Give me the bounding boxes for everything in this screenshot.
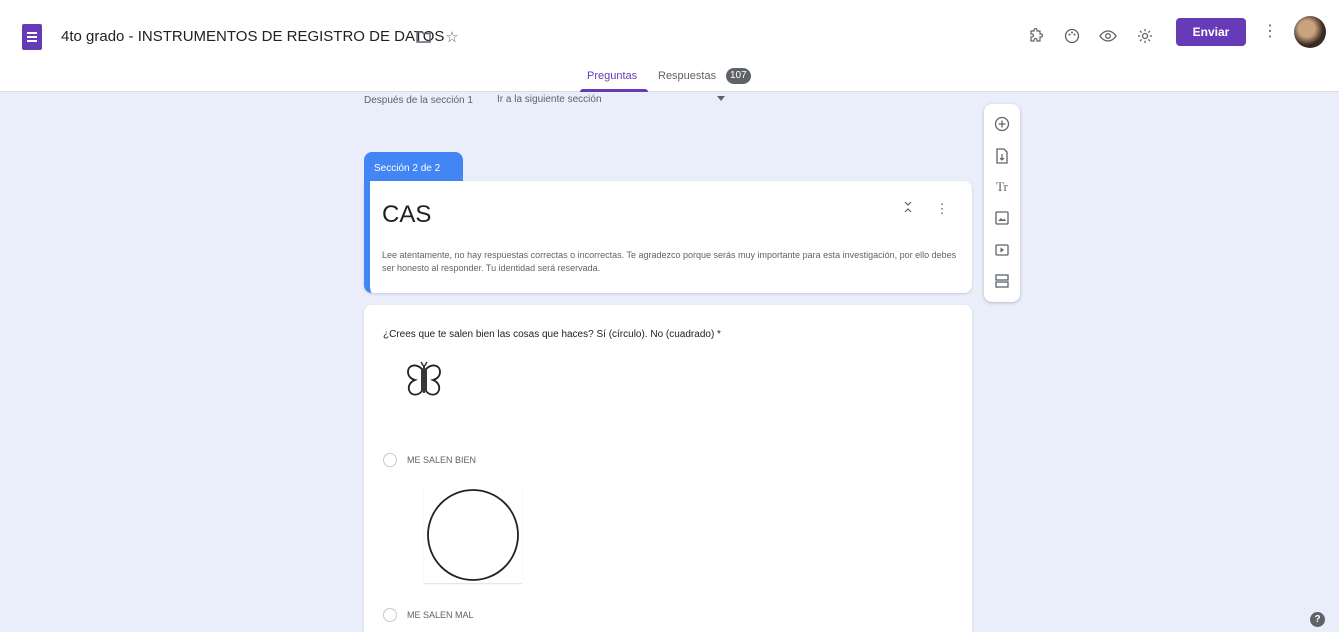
more-vertical-icon[interactable]: ⋮ — [1262, 20, 1278, 44]
question-card[interactable]: ¿Crees que te salen bien las cosas que h… — [364, 305, 972, 632]
settings-gear-icon[interactable] — [1134, 25, 1156, 47]
option-me-salen-bien[interactable]: ME SALEN BIEN — [383, 451, 476, 469]
palette-icon[interactable] — [1061, 25, 1083, 47]
add-question-icon[interactable] — [992, 114, 1012, 134]
tab-questions[interactable]: Preguntas — [587, 70, 637, 82]
section-description[interactable]: Lee atentamente, no hay respuestas corre… — [382, 249, 962, 275]
side-toolbar: Tr — [984, 104, 1020, 302]
after-section-select[interactable]: Ir a la siguiente sección — [497, 94, 729, 108]
folder-icon[interactable] — [412, 26, 434, 48]
preview-eye-icon[interactable] — [1097, 25, 1119, 47]
responses-count-badge: 107 — [726, 68, 751, 84]
radio-button[interactable] — [383, 608, 397, 622]
section-tab: Sección 2 de 2 — [364, 152, 463, 182]
add-section-icon[interactable] — [992, 271, 1012, 291]
add-title-icon[interactable]: Tr — [992, 177, 1012, 197]
help-icon[interactable]: ? — [1310, 612, 1325, 627]
import-questions-icon[interactable] — [992, 146, 1012, 166]
section-title[interactable]: CAS — [382, 201, 431, 229]
send-button[interactable]: Enviar — [1176, 18, 1246, 46]
dropdown-caret-icon — [717, 96, 725, 101]
active-tab-indicator — [580, 89, 648, 92]
document-title[interactable]: 4to grado - INSTRUMENTOS DE REGISTRO DE … — [61, 28, 444, 45]
section-more-icon[interactable]: ⋮ — [934, 201, 950, 217]
google-forms-icon[interactable] — [22, 24, 42, 50]
addon-icon[interactable] — [1025, 25, 1047, 47]
after-section-label: Después de la sección 1 — [364, 95, 473, 106]
app-header: 4to grado - INSTRUMENTOS DE REGISTRO DE … — [0, 0, 1339, 92]
circle-option-image — [424, 487, 522, 583]
after-section-value: Ir a la siguiente sección — [497, 94, 602, 105]
radio-button[interactable] — [383, 453, 397, 467]
avatar[interactable] — [1294, 16, 1326, 48]
star-icon[interactable]: ☆ — [441, 26, 463, 48]
option-me-salen-mal[interactable]: ME SALEN MAL — [383, 606, 474, 624]
form-tabs: Preguntas Respuestas 107 — [0, 66, 1339, 92]
option-label: ME SALEN MAL — [407, 610, 474, 620]
question-text: ¿Crees que te salen bien las cosas que h… — [383, 329, 721, 340]
tab-responses[interactable]: Respuestas — [658, 70, 716, 82]
option-label: ME SALEN BIEN — [407, 455, 477, 465]
add-image-icon[interactable] — [992, 208, 1012, 228]
section-header-card[interactable]: CAS ⋮ Lee atentamente, no hay respuestas… — [364, 181, 972, 293]
collapse-section-icon[interactable] — [900, 201, 916, 216]
add-video-icon[interactable] — [992, 240, 1012, 260]
butterfly-image — [394, 355, 454, 413]
